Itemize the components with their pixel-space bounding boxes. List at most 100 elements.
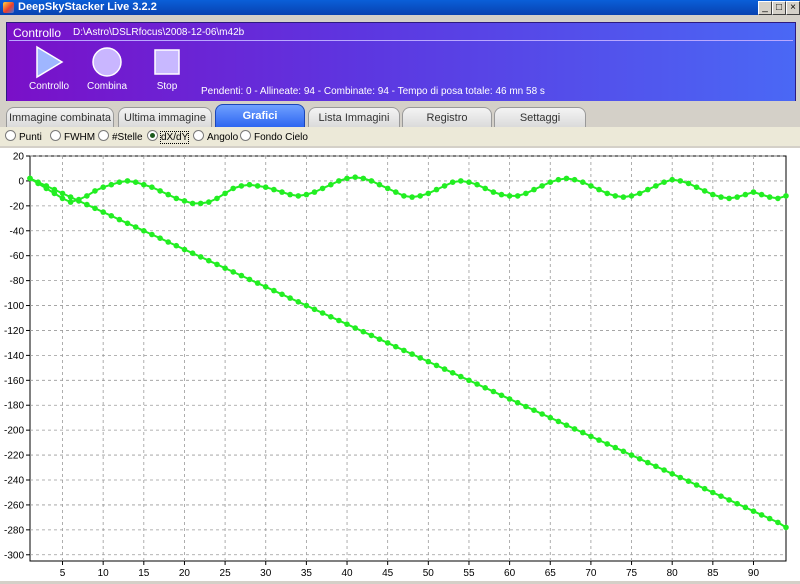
data-point [287,295,293,301]
data-point [766,515,773,522]
data-point [189,250,196,256]
tab-registro[interactable]: Registro [402,107,492,128]
data-point [35,180,41,187]
data-point [588,183,594,189]
data-point [206,257,212,264]
data-point [498,191,505,198]
tab-ultima-immagine[interactable]: Ultima immagine [118,107,212,128]
data-point [628,452,635,458]
radio-angolo[interactable]: Angolo [193,130,238,143]
data-point [254,183,261,189]
data-point [124,178,131,184]
data-point [165,239,171,245]
data-point [393,343,399,350]
data-point [693,482,700,488]
data-point [401,193,407,199]
x-tick-label: 90 [748,568,760,579]
data-point [303,302,310,309]
radio-stelle[interactable]: #Stelle [98,130,143,143]
data-point [328,181,334,188]
close-icon[interactable]: × [786,1,800,15]
data-point [433,362,440,369]
data-point [523,403,529,410]
data-point [580,429,586,436]
data-point [376,336,383,342]
data-point [409,351,415,357]
data-point [214,195,220,202]
data-point [750,508,757,514]
x-tick-label: 65 [545,568,557,579]
tab-lista-immagini[interactable]: Lista Immagini [308,107,400,128]
data-point [100,209,106,215]
data-point [181,246,188,253]
data-point [661,179,667,185]
data-point [279,291,285,298]
y-tick-label: -20 [10,201,25,212]
data-point [92,205,98,212]
radio-dxdy[interactable]: dX/dY [147,130,190,144]
data-point [531,407,537,414]
data-point [433,186,440,193]
x-tick-label: 70 [585,568,597,579]
data-point [571,176,578,183]
data-point [311,189,318,195]
data-point [710,191,716,198]
data-point [669,176,675,183]
data-point [701,188,708,194]
x-tick-label: 60 [504,568,516,579]
data-point [328,314,334,320]
data-point [734,194,740,200]
data-point [571,426,578,432]
data-point [555,418,562,425]
radio-punti[interactable]: Punti [5,130,42,143]
data-point [466,179,472,185]
data-point [149,184,155,190]
data-point [165,191,171,198]
data-point [628,193,635,199]
tab-grafici[interactable]: Grafici [215,104,305,128]
minimize-icon[interactable]: _ [758,1,772,15]
data-point [514,399,521,406]
x-tick-label: 85 [707,568,719,579]
tab-immagine-combinata[interactable]: Immagine combinata [6,107,114,128]
tab-settaggi[interactable]: Settaggi [494,107,586,128]
data-point [76,196,82,203]
data-point [669,471,675,477]
data-point [384,340,391,346]
control-panel: Controllo D:\Astro\DSLRfocus\2008-12-06\… [6,22,796,102]
data-point [718,493,724,500]
data-point [116,216,123,223]
data-point [523,190,529,197]
radio-fwhm[interactable]: FWHM [50,130,95,143]
data-point [734,500,740,507]
y-tick-label: -260 [4,500,24,511]
data-point [409,194,415,200]
data-point [620,194,627,200]
data-point [653,183,659,189]
data-point [417,193,424,199]
data-point [157,235,163,241]
radio-fondo-cielo[interactable]: Fondo Cielo [240,130,308,143]
data-point [238,272,245,279]
data-point [783,524,789,531]
controllo-button[interactable]: Controllo [19,45,79,101]
y-tick-label: -300 [4,550,24,561]
data-point [563,175,570,182]
stop-button[interactable]: Stop [137,45,197,101]
data-point [230,185,236,192]
maximize-icon[interactable]: □ [772,1,786,15]
data-point [490,189,497,195]
data-point [758,512,765,518]
data-point [636,456,643,462]
combina-button[interactable]: Combina [77,45,137,101]
data-point [466,377,472,384]
data-point [449,370,456,376]
data-point [287,191,293,198]
data-point [132,179,139,185]
y-tick-label: 20 [13,152,25,163]
data-point [352,174,359,180]
data-point [506,396,513,402]
data-point [108,213,115,219]
graph-selector: Punti FWHM #Stelle dX/dY Angolo Fondo Ci… [0,127,800,146]
data-point [604,441,610,447]
